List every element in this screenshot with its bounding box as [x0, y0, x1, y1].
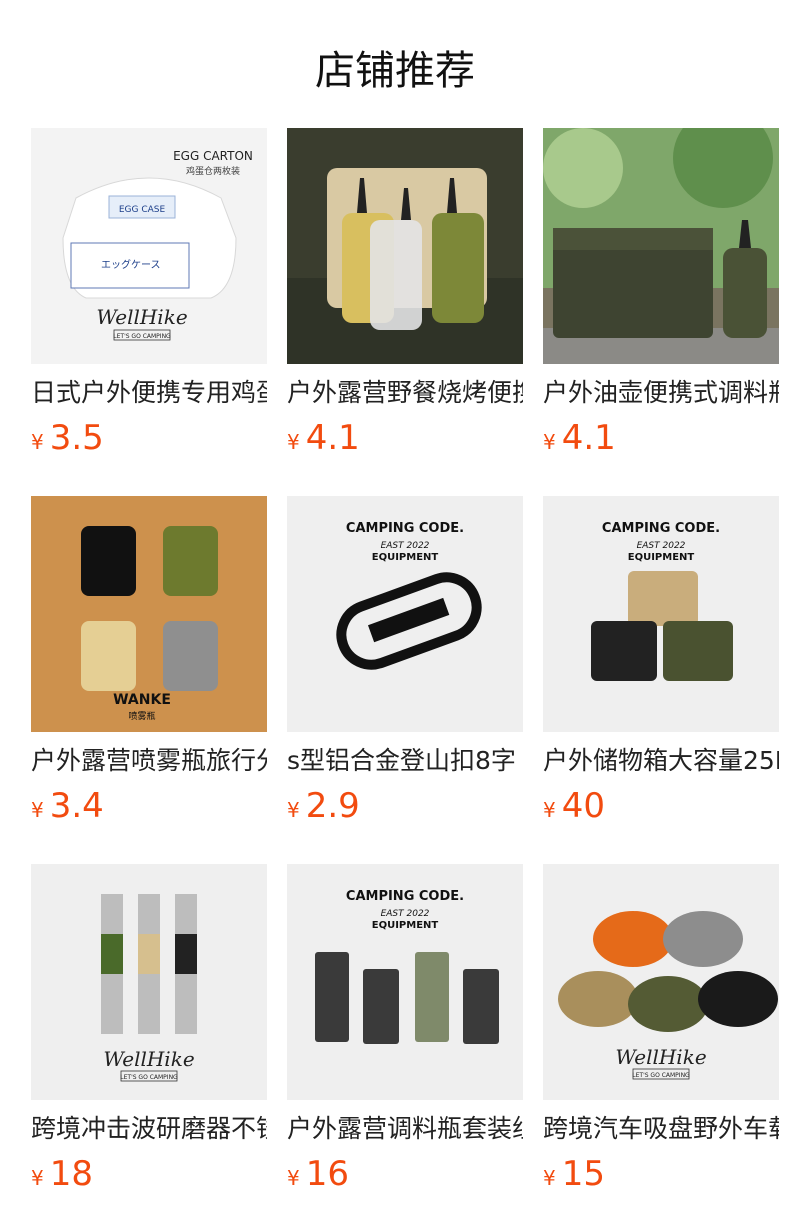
product-card[interactable]: WellHike LET'S GO CAMPING 跨境冲击波研磨器不锈 ¥18	[31, 864, 267, 1194]
product-price: ¥3.5	[31, 418, 104, 458]
product-card[interactable]: 户外露营野餐烧烤便携 ¥4.1	[287, 128, 523, 458]
svg-text:鸡蛋仓两枚装: 鸡蛋仓两枚装	[186, 165, 240, 177]
product-name[interactable]: 户外油壶便携式调料瓶	[543, 376, 779, 410]
svg-text:EGG CARTON: EGG CARTON	[173, 149, 253, 163]
product-name[interactable]: s型铝合金登山扣8字	[287, 744, 523, 778]
product-image[interactable]: WellHike LET'S GO CAMPING	[31, 864, 267, 1100]
svg-text:EAST 2022: EAST 2022	[381, 909, 430, 919]
product-image[interactable]: CAMPING CODE. EAST 2022 EQUIPMENT	[543, 496, 779, 732]
svg-text:EAST 2022: EAST 2022	[381, 541, 430, 551]
svg-text:LET'S GO CAMPING: LET'S GO CAMPING	[120, 1074, 178, 1081]
product-name[interactable]: 户外露营野餐烧烤便携	[287, 376, 523, 410]
product-name[interactable]: 跨境冲击波研磨器不锈	[31, 1112, 267, 1146]
product-image[interactable]: EGG CARTON 鸡蛋仓两枚装 EGG CASE エッグケース WellHi…	[31, 128, 267, 364]
svg-text:エッグケース: エッグケース	[101, 258, 161, 271]
product-name[interactable]: 跨境汽车吸盘野外车载	[543, 1112, 779, 1146]
svg-text:EQUIPMENT: EQUIPMENT	[372, 920, 439, 931]
product-price: ¥4.1	[543, 418, 616, 458]
page-title: 店铺推荐	[315, 48, 475, 94]
product-card[interactable]: EGG CARTON 鸡蛋仓两枚装 EGG CASE エッグケース WellHi…	[31, 128, 267, 458]
product-price: ¥2.9	[287, 786, 360, 826]
product-image[interactable]: CAMPING CODE. EAST 2022 EQUIPMENT	[287, 864, 523, 1100]
svg-text:EQUIPMENT: EQUIPMENT	[372, 552, 439, 563]
product-card[interactable]: CAMPING CODE. EAST 2022 EQUIPMENT 户外露营调料…	[287, 864, 523, 1194]
product-price: ¥40	[543, 786, 605, 826]
svg-text:WellHike: WellHike	[103, 1047, 194, 1071]
svg-text:WANKE: WANKE	[113, 692, 171, 708]
svg-text:WellHike: WellHike	[96, 305, 187, 329]
svg-text:EAST 2022: EAST 2022	[637, 541, 686, 551]
product-image[interactable]: WANKE 喷雾瓶	[31, 496, 267, 732]
svg-text:喷雾瓶: 喷雾瓶	[128, 710, 155, 722]
product-name[interactable]: 户外露营调料瓶套装组	[287, 1112, 523, 1146]
product-name[interactable]: 日式户外便携专用鸡蛋	[31, 376, 267, 410]
svg-text:EQUIPMENT: EQUIPMENT	[628, 552, 695, 563]
product-image[interactable]	[543, 128, 779, 364]
product-price: ¥3.4	[31, 786, 104, 826]
product-card[interactable]: CAMPING CODE. EAST 2022 EQUIPMENT s型铝合金登…	[287, 496, 523, 826]
svg-text:CAMPING CODE.: CAMPING CODE.	[346, 521, 464, 536]
product-image[interactable]: CAMPING CODE. EAST 2022 EQUIPMENT	[287, 496, 523, 732]
product-price: ¥4.1	[287, 418, 360, 458]
product-image[interactable]	[287, 128, 523, 364]
product-price: ¥16	[287, 1154, 349, 1194]
product-card[interactable]: WANKE 喷雾瓶 户外露营喷雾瓶旅行分 ¥3.4	[31, 496, 267, 826]
product-price: ¥18	[31, 1154, 93, 1194]
product-price: ¥15	[543, 1154, 605, 1194]
product-card[interactable]: WellHike LET'S GO CAMPING 跨境汽车吸盘野外车载 ¥15	[543, 864, 779, 1194]
product-card[interactable]: CAMPING CODE. EAST 2022 EQUIPMENT 户外储物箱大…	[543, 496, 779, 826]
svg-text:CAMPING CODE.: CAMPING CODE.	[346, 889, 464, 904]
svg-text:LET'S GO CAMPING: LET'S GO CAMPING	[113, 333, 171, 340]
product-name[interactable]: 户外储物箱大容量25L	[543, 744, 779, 778]
svg-text:LET'S GO CAMPING: LET'S GO CAMPING	[632, 1072, 690, 1079]
svg-text:EGG CASE: EGG CASE	[119, 205, 166, 215]
product-card[interactable]: 户外油壶便携式调料瓶 ¥4.1	[543, 128, 779, 458]
product-name[interactable]: 户外露营喷雾瓶旅行分	[31, 744, 267, 778]
product-image[interactable]: WellHike LET'S GO CAMPING	[543, 864, 779, 1100]
svg-text:CAMPING CODE.: CAMPING CODE.	[602, 521, 720, 536]
svg-text:WellHike: WellHike	[615, 1045, 706, 1069]
